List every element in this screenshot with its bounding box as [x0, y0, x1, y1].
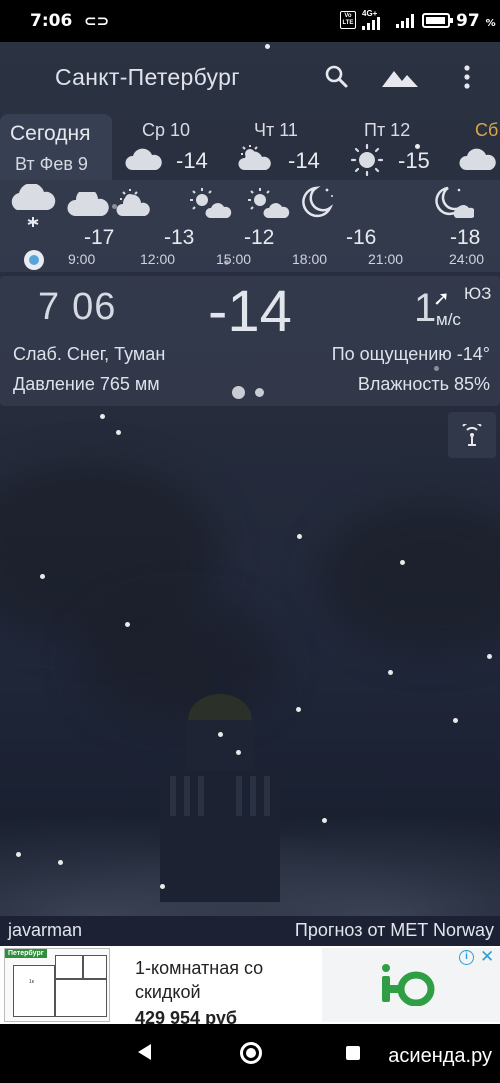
day-temp: -14 — [288, 148, 320, 173]
watermark-text: асиенда.ру — [388, 1045, 492, 1067]
credits-bar: javarman Прогноз от MET Norway — [0, 916, 500, 946]
radar-icon — [462, 424, 482, 446]
ad-price[interactable]: 429 954 руб — [135, 1008, 237, 1024]
ad-plan-tag: Петербург — [5, 949, 47, 958]
hourly-forecast: -17 -13 -12 -16 -18 9:00 12:00 15:00 18:… — [0, 180, 500, 272]
day-temp: -14 — [176, 148, 208, 173]
hour-temp: -13 — [164, 226, 195, 249]
ad-info-icon[interactable]: i — [459, 950, 474, 965]
hour-temp: -17 — [84, 226, 115, 249]
recents-icon[interactable] — [346, 1046, 360, 1060]
snowflake — [388, 670, 393, 675]
hour-time: 18:00 — [292, 251, 328, 267]
ad-brand-logo — [382, 964, 435, 1006]
current-conditions-card[interactable]: 7 06 -14 1 ➚ ЮЗ м/с Слаб. Снег, Туман Дав… — [0, 276, 500, 406]
hour-time: 24:00 — [449, 251, 485, 267]
status-time: 7:06 — [30, 11, 73, 31]
ad-headline[interactable]: 1-комнатная со скидкой — [135, 956, 315, 1004]
battery-icon — [422, 13, 453, 28]
page-dot-active — [232, 386, 245, 399]
snowflake — [218, 732, 223, 737]
back-icon[interactable] — [138, 1044, 151, 1060]
moon-cloud-icon — [435, 186, 474, 218]
page-indicator — [232, 386, 264, 399]
day-temp: -15 — [398, 148, 430, 173]
day-fri[interactable]: Пт 12 -15 — [346, 114, 446, 180]
battery-percent: 97 % — [456, 11, 496, 31]
snowflake — [58, 860, 63, 865]
page-dot — [255, 388, 264, 397]
snowflake — [236, 750, 241, 755]
sun-cloud-icon — [248, 188, 290, 218]
snowflake — [160, 884, 165, 889]
city-name[interactable]: Санкт-Петербург — [55, 64, 240, 91]
cloud-icon — [125, 148, 162, 170]
current-temperature: -14 — [208, 279, 292, 344]
ad-floorplan-image: Петербург 1к — [4, 948, 110, 1022]
sun-cloud-icon — [190, 188, 232, 218]
more-vert-icon[interactable] — [452, 62, 482, 92]
day-label: Ср 10 — [142, 120, 191, 140]
pressure-text: Давление 765 мм — [13, 374, 160, 394]
snowflake — [296, 707, 301, 712]
hour-temp: -18 — [450, 226, 481, 249]
home-icon[interactable] — [240, 1042, 262, 1064]
wind-direction-arrow-icon: ➚ — [433, 288, 450, 310]
condition-text: Слаб. Снег, Туман — [13, 344, 166, 364]
wind-unit: м/с — [436, 310, 461, 329]
current-time-marker — [24, 250, 44, 270]
snowflake — [16, 852, 21, 857]
day-label: Пт 12 — [364, 120, 411, 140]
snowflake — [125, 622, 130, 627]
wind-direction: ЮЗ — [464, 284, 492, 303]
background-cloud — [320, 502, 500, 652]
ad-banner[interactable]: Петербург 1к 1-комнатная со скидкой 429 … — [0, 946, 500, 1024]
day-thu[interactable]: Чт 11 -14 — [234, 114, 334, 180]
sun-cloud-icon — [238, 145, 271, 170]
cathedral-silhouette — [160, 672, 280, 902]
volte-icon: Vo LTE — [340, 11, 356, 29]
snowflake — [453, 718, 458, 723]
hour-temp: -16 — [346, 226, 377, 249]
photo-author[interactable]: javarman — [8, 920, 82, 941]
link-icon: ⊂⊃ — [84, 13, 110, 30]
day-label: Сб — [475, 120, 499, 140]
search-icon[interactable] — [322, 62, 352, 92]
ad-close-icon[interactable]: ✕ — [480, 947, 494, 967]
snowflake — [116, 430, 121, 435]
app-bar: Санкт-Петербург — [0, 42, 500, 112]
snowflake — [100, 414, 105, 419]
signal-2-icon — [396, 13, 414, 28]
daily-forecast-strip: Ср 10 -14 Чт 11 -14 Пт 12 -15 Сб — [0, 114, 500, 180]
status-bar: 7:06 ⊂⊃ Vo LTE 4G+ 97 % — [0, 0, 500, 42]
current-clock: 7 06 — [38, 286, 117, 328]
hour-time: 12:00 — [140, 251, 176, 267]
feels-like-text: По ощущению -14° — [331, 344, 490, 364]
day-wed[interactable]: Ср 10 -14 — [122, 114, 222, 180]
hour-time: 15:00 — [216, 251, 252, 267]
landscape-icon[interactable] — [381, 62, 419, 92]
hour-time: 21:00 — [368, 251, 404, 267]
sun-cloud-icon — [116, 189, 150, 216]
cloud-icon — [67, 192, 109, 216]
snowflake — [40, 574, 45, 579]
cloud-snow-icon — [11, 184, 56, 227]
hour-temp: -12 — [244, 226, 275, 249]
radar-button[interactable] — [448, 412, 496, 458]
day-sat[interactable]: Сб — [456, 114, 500, 180]
forecast-source[interactable]: Прогноз от MET Norway — [295, 920, 494, 941]
cloud-icon — [459, 148, 496, 170]
snowflake — [322, 818, 327, 823]
snowflake — [487, 654, 492, 659]
snowflake — [297, 534, 302, 539]
day-label: Чт 11 — [254, 120, 298, 140]
humidity-text: Влажность 85% — [357, 374, 490, 394]
moon-icon — [302, 186, 334, 218]
sun-icon — [350, 143, 384, 177]
snowflake — [400, 560, 405, 565]
signal-icon — [362, 17, 380, 30]
hour-time: 9:00 — [68, 251, 96, 267]
